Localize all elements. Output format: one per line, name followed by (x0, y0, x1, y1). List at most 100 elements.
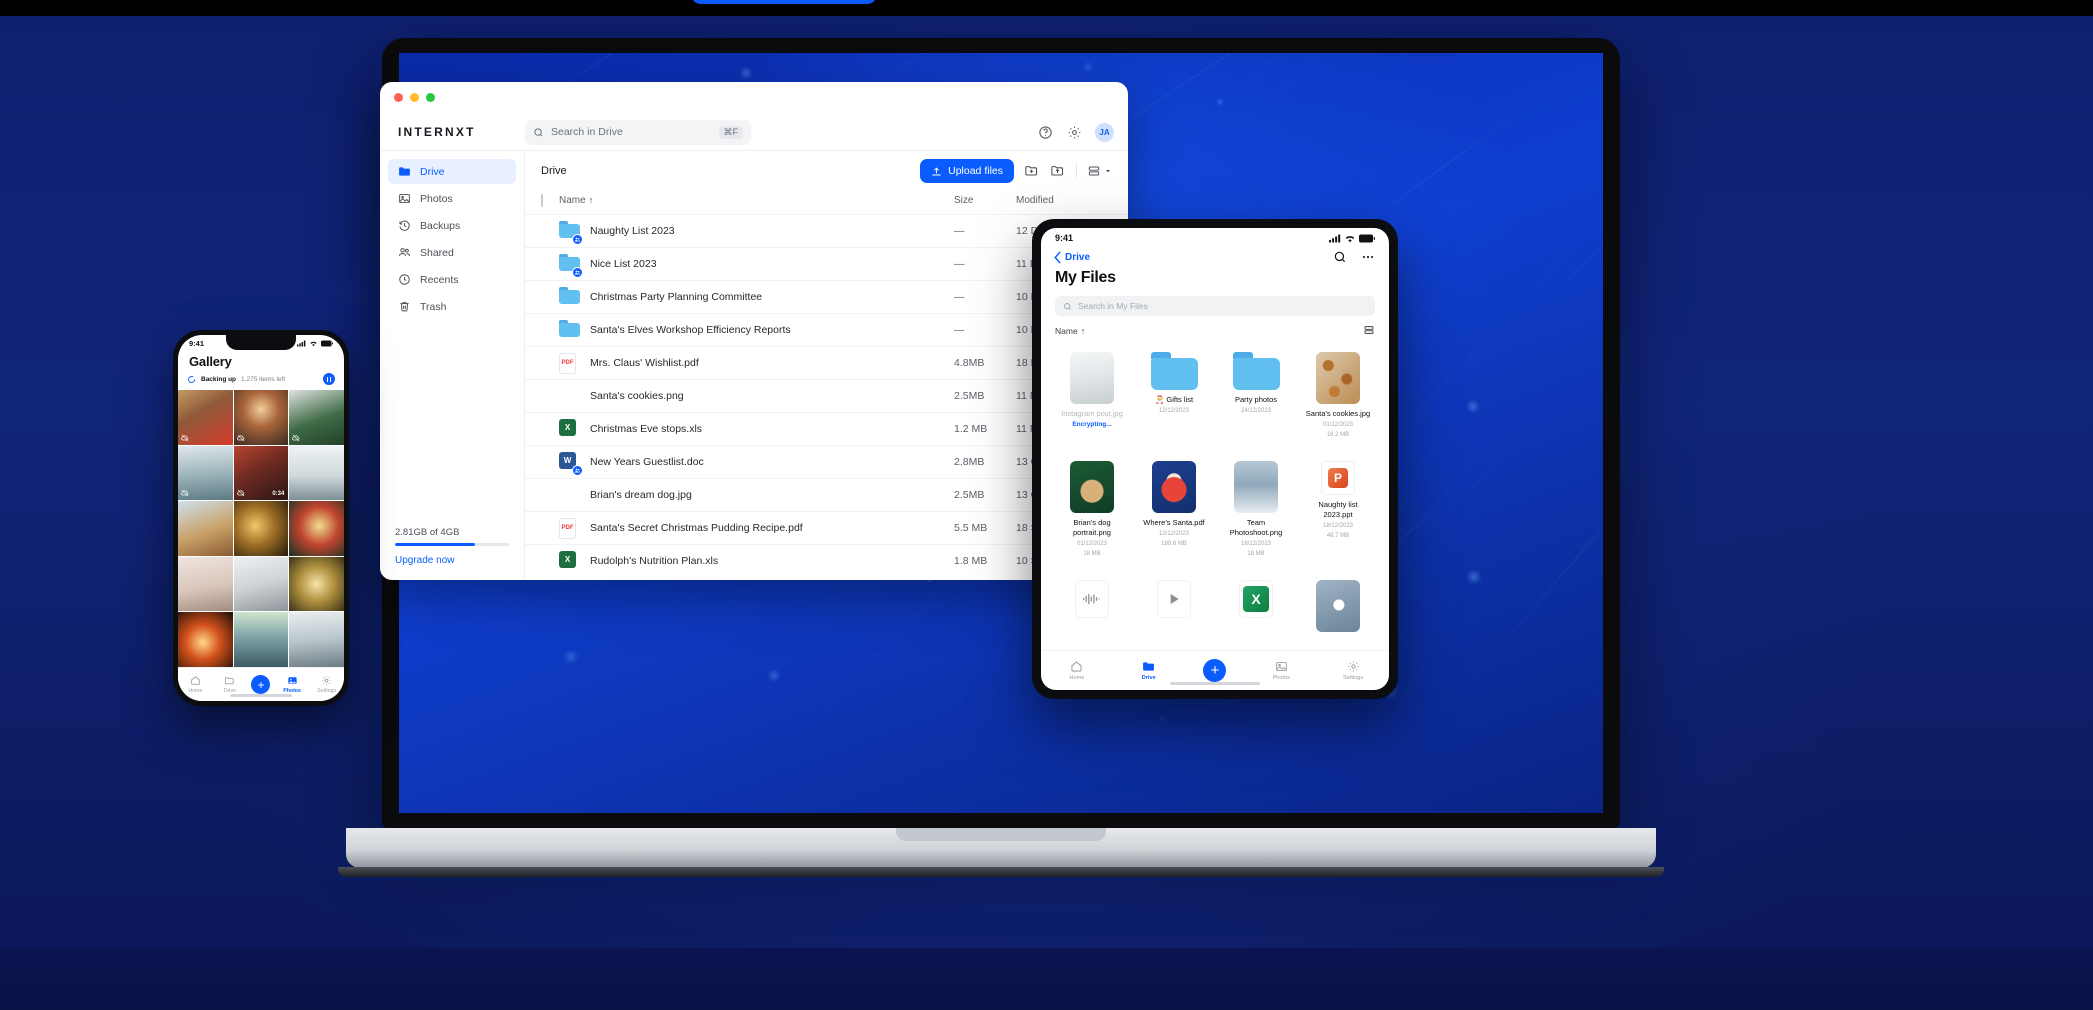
row-name-cell[interactable]: Santa's cookies.png (559, 380, 954, 413)
view-toggle-button[interactable] (1087, 164, 1112, 178)
phone-tab-settings[interactable]: Settings (314, 675, 340, 694)
tablet-tab-drive[interactable]: Drive (1132, 660, 1166, 681)
photo-thumbnail[interactable] (289, 446, 344, 501)
sidebar-item-drive[interactable]: Drive (388, 159, 516, 184)
tablet-file-item[interactable]: Instagram post.jpg Encrypting... (1051, 348, 1133, 457)
photo-thumbnail[interactable] (289, 501, 344, 556)
tablet-device: 9:41 Drive My Files Search in My Files N… (1032, 219, 1398, 699)
phone-add-fab[interactable]: + (251, 675, 270, 694)
minimize-window-button[interactable] (410, 93, 419, 102)
image-thumbnail-santa-book (1152, 461, 1196, 513)
breadcrumb[interactable]: Drive (541, 165, 567, 177)
row-name-cell[interactable]: W New Years Guestlist.doc (559, 446, 954, 479)
tablet-search-input[interactable]: Search in My Files (1055, 296, 1375, 316)
row-checkbox-cell[interactable] (525, 314, 559, 347)
photo-thumbnail[interactable] (178, 501, 233, 556)
photo-thumbnail[interactable] (234, 557, 289, 612)
size-column-header[interactable]: Size (954, 191, 1016, 215)
sidebar-item-photos[interactable]: Photos (388, 186, 516, 211)
photo-thumbnail[interactable] (289, 612, 344, 667)
tablet-file-item[interactable]: Where's Santa.pdf 12/12/2023 180.6 MB (1133, 457, 1215, 576)
tablet-file-item[interactable] (1297, 576, 1379, 650)
tablet-file-item[interactable] (1133, 576, 1215, 650)
tablet-file-item[interactable]: Brian's dog portrait.png 01/12/2023 18 MB (1051, 457, 1133, 576)
photo-thumbnail[interactable]: 0:34 (234, 446, 289, 501)
photo-thumbnail[interactable] (289, 390, 344, 445)
tablet-sort-label[interactable]: Name (1055, 326, 1078, 336)
row-checkbox-cell[interactable] (525, 281, 559, 314)
tablet-file-item[interactable]: Team Photoshoot.png 18/12/2023 18 MB (1215, 457, 1297, 576)
upload-files-button[interactable]: Upload files (920, 159, 1014, 183)
sidebar-item-label: Backups (420, 220, 460, 232)
row-checkbox-cell[interactable] (525, 446, 559, 479)
sidebar-item-recents[interactable]: Recents (388, 267, 516, 292)
row-checkbox-cell[interactable] (525, 347, 559, 380)
search-input[interactable]: Search in Drive ⌘F (525, 120, 751, 145)
row-name-cell[interactable]: Nice List 2023 (559, 248, 954, 281)
name-column-header[interactable]: Name ↑ (559, 191, 954, 215)
sidebar-item-trash[interactable]: Trash (388, 294, 516, 319)
select-all-checkbox[interactable] (541, 194, 543, 207)
settings-gear-icon[interactable] (1066, 124, 1083, 141)
photo-thumbnail[interactable] (178, 446, 233, 501)
photo-thumbnail[interactable] (178, 390, 233, 445)
folder-plus-icon[interactable] (1024, 163, 1040, 179)
photo-thumbnail[interactable] (178, 612, 233, 667)
row-checkbox-cell[interactable] (525, 380, 559, 413)
phone-notch (226, 335, 296, 350)
row-name-cell[interactable]: PDF Mrs. Claus' Wishlist.pdf (559, 347, 954, 380)
maximize-window-button[interactable] (426, 93, 435, 102)
photo-thumbnail[interactable] (234, 612, 289, 667)
row-checkbox-cell[interactable] (525, 545, 559, 578)
phone-tab-drive[interactable]: Drive (217, 675, 243, 694)
home-icon (1070, 660, 1083, 673)
tablet-file-item[interactable]: Santa's cookies.jpg 01/12/2023 16.2 MB (1297, 348, 1379, 457)
row-name-cell[interactable]: X Rudolph's Nutrition Plan.xls (559, 545, 954, 578)
tablet-tab-settings[interactable]: Settings (1336, 660, 1370, 681)
close-window-button[interactable] (394, 93, 403, 102)
row-checkbox-cell[interactable] (525, 215, 559, 248)
tablet-back-button[interactable]: Drive (1053, 251, 1090, 264)
row-name-cell[interactable]: Naughty List 2023 (559, 215, 954, 248)
tablet-tab-photos[interactable]: Photos (1264, 660, 1298, 681)
row-name-cell[interactable]: Christmas Party Planning Committee (559, 281, 954, 314)
row-name-cell[interactable]: PDF Santa's Secret Christmas Pudding Reci… (559, 512, 954, 545)
people-icon (397, 246, 411, 260)
sidebar-item-backups[interactable]: Backups (388, 213, 516, 238)
sidebar-item-shared[interactable]: Shared (388, 240, 516, 265)
tablet-file-date: 24/12/2023 (1241, 407, 1271, 415)
row-name-cell[interactable]: X Christmas Eve stops.xls (559, 413, 954, 446)
tablet-view-toggle[interactable] (1363, 324, 1375, 338)
phone-tab-home[interactable]: Home (182, 675, 208, 694)
row-name-cell[interactable]: Brian's dream dog.jpg (559, 479, 954, 512)
search-icon[interactable] (1333, 250, 1347, 264)
tablet-file-item[interactable]: X (1215, 576, 1297, 650)
tablet-file-item[interactable]: Party photos 24/12/2023 (1215, 348, 1297, 457)
avatar[interactable]: JA (1095, 123, 1114, 142)
tablet-file-name: Team Photoshoot.png (1223, 518, 1289, 538)
row-name-cell[interactable]: Santa's Elves Workshop Efficiency Report… (559, 314, 954, 347)
tablet-add-fab[interactable]: + (1203, 659, 1226, 682)
row-checkbox-cell[interactable] (525, 413, 559, 446)
tablet-file-date: 01/12/2023 (1323, 421, 1353, 429)
pause-icon[interactable] (323, 373, 335, 385)
row-checkbox-cell[interactable] (525, 512, 559, 545)
laptop-base (346, 828, 1656, 868)
phone-tab-photos[interactable]: Photos (279, 675, 305, 694)
photo-thumbnail[interactable] (178, 557, 233, 612)
photo-thumbnail[interactable] (234, 501, 289, 556)
folder-upload-icon[interactable] (1050, 163, 1066, 179)
tablet-file-item[interactable]: P Naughty list 2023.ppt 18/12/2023 48.7 MB (1297, 457, 1379, 576)
row-checkbox-cell[interactable] (525, 479, 559, 512)
tablet-tab-home[interactable]: Home (1060, 660, 1094, 681)
upgrade-now-link[interactable]: Upgrade now (395, 555, 509, 566)
pdf-icon: PDF (559, 353, 580, 374)
photo-thumbnail[interactable] (289, 557, 344, 612)
tablet-file-item[interactable]: 🎅 Gifts list 12/12/2023 (1133, 348, 1215, 457)
help-icon[interactable] (1037, 124, 1054, 141)
more-horizontal-icon[interactable] (1361, 250, 1375, 264)
photo-thumbnail[interactable] (234, 390, 289, 445)
row-checkbox-cell[interactable] (525, 248, 559, 281)
modified-column-header[interactable]: Modified (1016, 191, 1128, 215)
tablet-file-item[interactable] (1051, 576, 1133, 650)
